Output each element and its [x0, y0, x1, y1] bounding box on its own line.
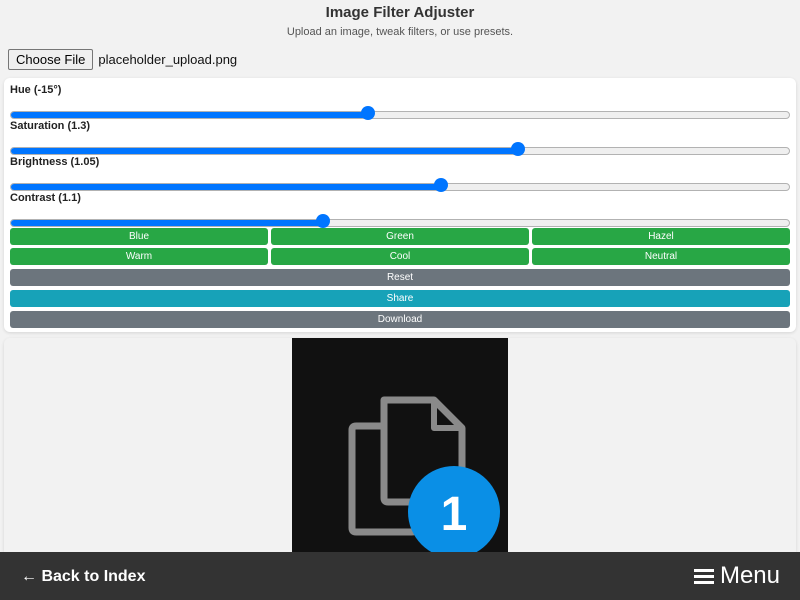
saturation-label: Saturation (1.3) — [10, 120, 91, 132]
page-title: Image Filter Adjuster — [325, 4, 475, 21]
preset-warm-button[interactable]: Warm — [10, 248, 268, 265]
contrast-slider-thumb[interactable] — [315, 214, 330, 228]
hue-slider-track[interactable] — [10, 111, 790, 119]
preset-cool-button[interactable]: Cool — [271, 248, 529, 265]
page-header: Image Filter Adjuster Upload an image, t… — [0, 0, 800, 42]
brightness-label: Brightness (1.05) — [10, 156, 100, 168]
back-to-index-link[interactable]: ← Back to Index — [21, 567, 145, 586]
hue-slider-thumb[interactable] — [361, 106, 376, 120]
saturation-slider-fill — [11, 148, 518, 154]
hue-slider-fill — [11, 112, 369, 118]
download-button[interactable]: Download — [10, 311, 790, 328]
contrast-label: Contrast (1.1) — [10, 192, 81, 204]
footer-bar: ← Back to Index Menu — [0, 552, 800, 600]
saturation-slider-group: Saturation (1.3) — [10, 120, 790, 156]
contrast-slider-group: Contrast (1.1) — [10, 192, 790, 228]
share-button[interactable]: Share — [10, 290, 790, 307]
menu-label: Menu — [719, 562, 780, 589]
image-preview-area: 1 — [4, 338, 796, 552]
preset-neutral-button[interactable]: Neutral — [532, 248, 790, 265]
preview-image: 1 — [292, 338, 508, 552]
file-name-label: placeholder_upload.png — [98, 52, 238, 67]
contrast-slider-fill — [11, 220, 323, 226]
saturation-slider-track[interactable] — [10, 147, 790, 155]
brightness-slider-track[interactable] — [10, 183, 790, 191]
hue-slider-group: Hue (-15°) — [10, 84, 790, 120]
brightness-slider-group: Brightness (1.05) — [10, 156, 790, 192]
hue-label: Hue (-15°) — [10, 84, 62, 96]
choose-file-button[interactable]: Choose File — [8, 49, 94, 70]
menu-button[interactable]: Menu — [693, 562, 780, 590]
saturation-slider-thumb[interactable] — [510, 142, 525, 156]
hamburger-icon — [693, 566, 714, 587]
copy-files-icon: 1 — [348, 396, 500, 552]
preset-hazel-button[interactable]: Hazel — [532, 228, 790, 245]
preset-green-button[interactable]: Green — [271, 228, 529, 245]
contrast-slider-track[interactable] — [10, 219, 790, 227]
controls-panel: Hue (-15°) Saturation (1.3) Brightness (… — [4, 78, 796, 332]
preset-blue-button[interactable]: Blue — [10, 228, 268, 245]
page-subtitle: Upload an image, tweak filters, or use p… — [286, 26, 514, 38]
brightness-slider-fill — [11, 184, 442, 190]
file-upload: Choose File placeholder_upload.png — [8, 49, 237, 70]
badge-number: 1 — [441, 488, 468, 541]
reset-button[interactable]: Reset — [10, 269, 790, 286]
